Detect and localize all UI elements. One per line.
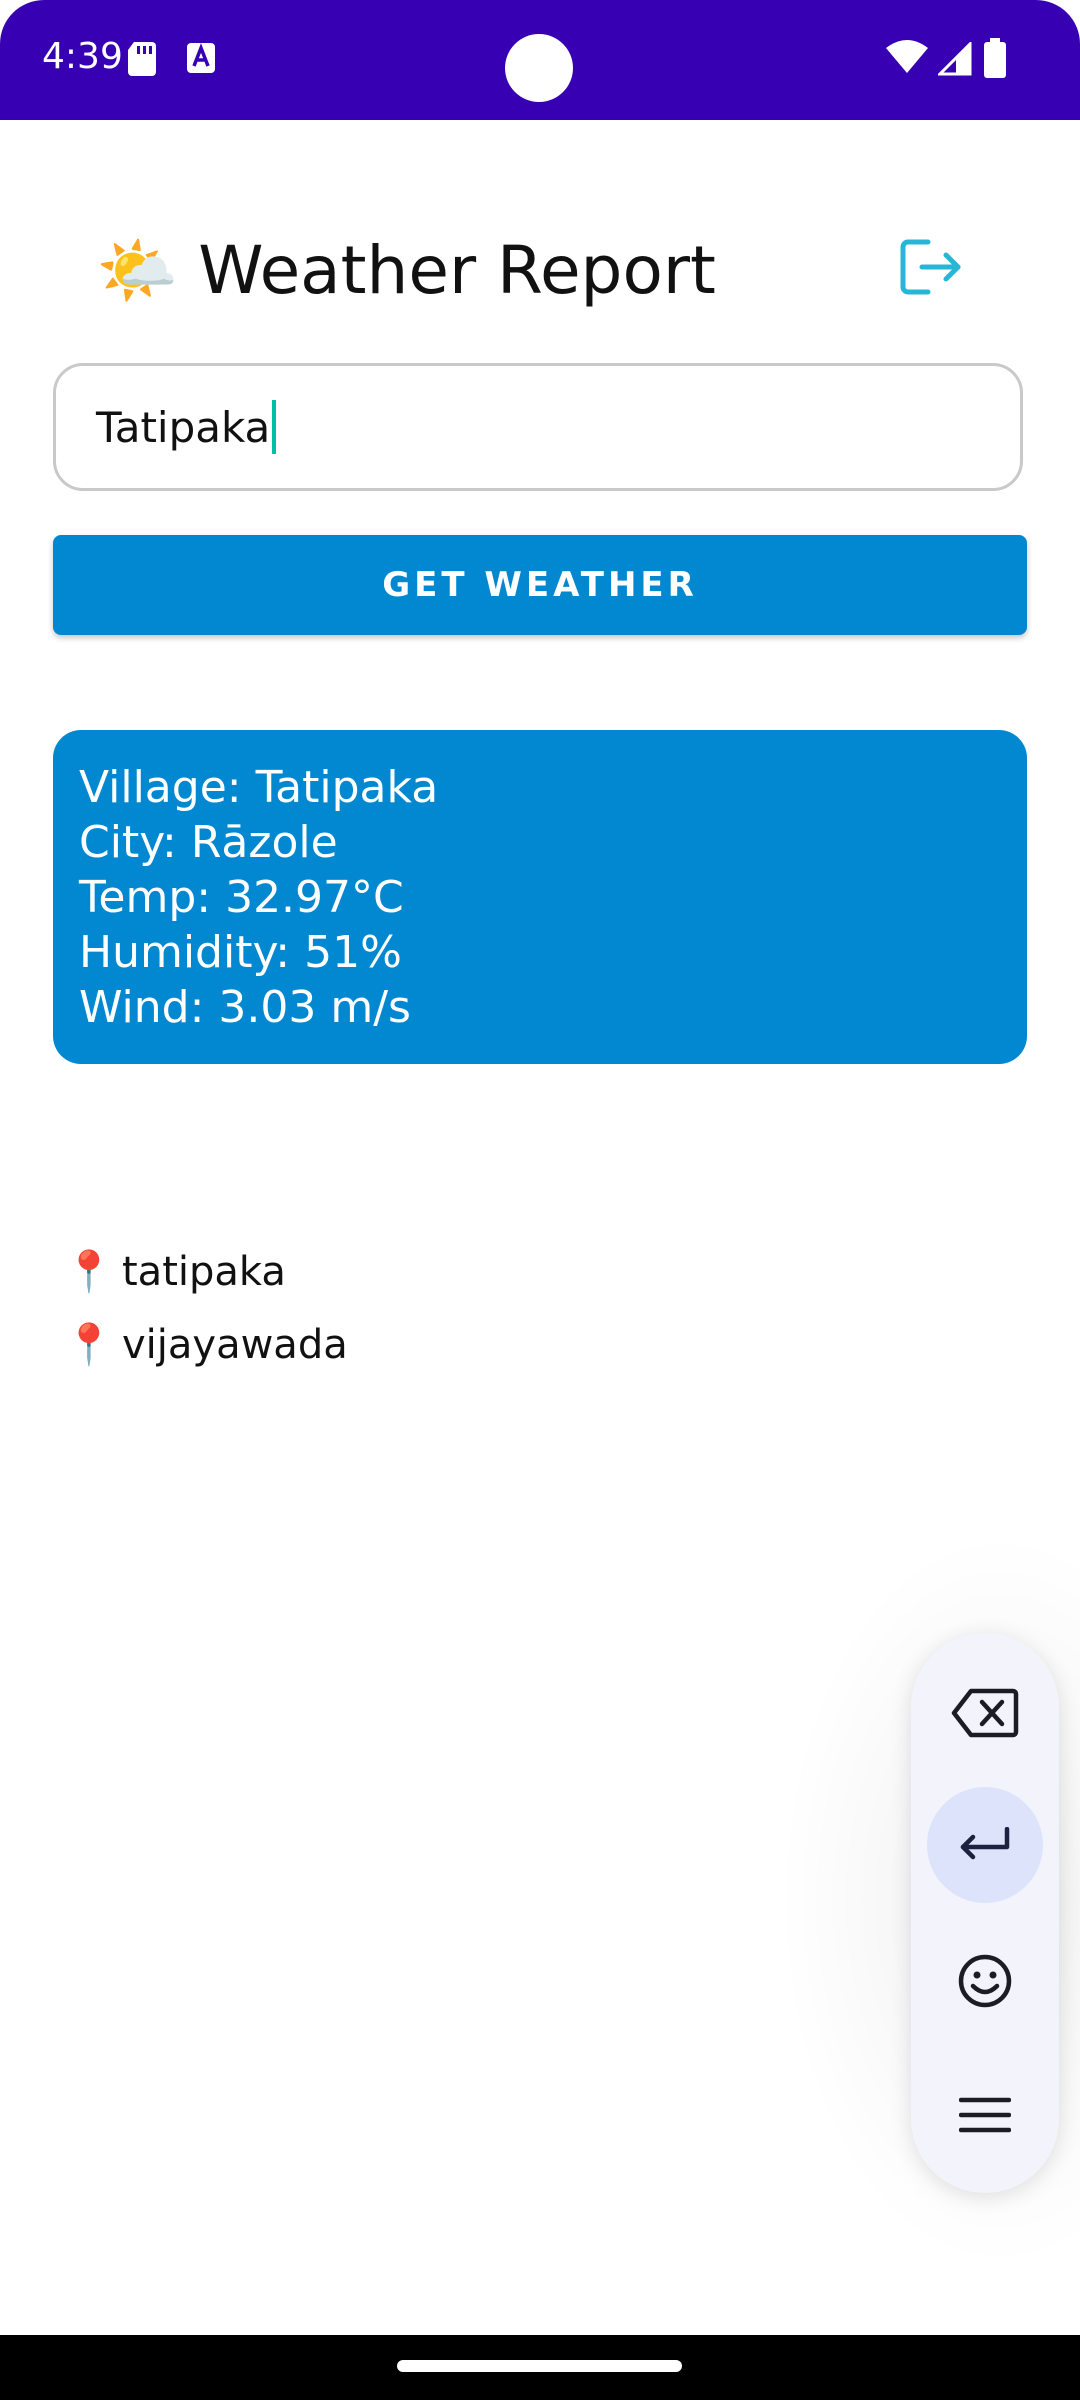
emoji-button[interactable]	[927, 1923, 1043, 2039]
keyboard-toolbar	[911, 1633, 1059, 2193]
app-header: 🌤️ Weather Report	[96, 225, 716, 315]
recent-search-item[interactable]: 📍 vijayawada	[64, 1308, 348, 1381]
recent-search-list: 📍 tatipaka 📍 vijayawada	[64, 1235, 348, 1381]
humidity-text: Humidity: 51%	[79, 927, 402, 978]
menu-icon	[959, 2097, 1011, 2133]
search-input-value: Tatipaka	[96, 402, 271, 452]
status-time: 4:39	[42, 36, 123, 77]
location-pin-icon: 📍	[64, 1250, 114, 1294]
keyboard-a-icon	[186, 42, 216, 79]
sd-card-icon	[128, 42, 158, 81]
backspace-icon	[951, 1688, 1019, 1738]
temperature-text: Temp: 32.97°C	[79, 872, 404, 923]
recent-search-label: vijayawada	[122, 1321, 348, 1368]
emoji-icon	[958, 1954, 1012, 2008]
camera-cutout	[505, 34, 573, 102]
search-input[interactable]: Tatipaka	[53, 363, 1023, 491]
logout-button[interactable]	[898, 236, 968, 298]
recent-search-item[interactable]: 📍 tatipaka	[64, 1235, 348, 1308]
backspace-button[interactable]	[927, 1655, 1043, 1771]
village-text: Village: Tatipaka	[79, 762, 439, 813]
home-indicator[interactable]	[397, 2360, 682, 2372]
city-text: City: Rāzole	[79, 817, 338, 868]
signal-icon	[936, 40, 972, 81]
wifi-icon	[886, 40, 928, 79]
weather-result-card: Village: Tatipaka City: Rāzole Temp: 32.…	[53, 730, 1027, 1064]
battery-icon	[983, 38, 1007, 83]
page-title: Weather Report	[198, 231, 716, 309]
sun-cloud-icon: 🌤️	[96, 233, 179, 307]
enter-icon	[960, 1827, 1010, 1860]
get-weather-label: GET WEATHER	[382, 565, 698, 605]
screen: 4:39 🌤️ Weather Report Tatipaka GET WEAT…	[0, 0, 1080, 2400]
logout-icon	[900, 239, 961, 295]
recent-search-label: tatipaka	[122, 1248, 286, 1295]
menu-button[interactable]	[927, 2057, 1043, 2173]
text-caret	[272, 400, 277, 454]
location-pin-icon: 📍	[64, 1323, 114, 1367]
enter-button[interactable]	[927, 1787, 1043, 1903]
status-bar: 4:39	[0, 0, 1080, 120]
wind-text: Wind: 3.03 m/s	[79, 982, 411, 1033]
get-weather-button[interactable]: GET WEATHER	[53, 535, 1027, 635]
